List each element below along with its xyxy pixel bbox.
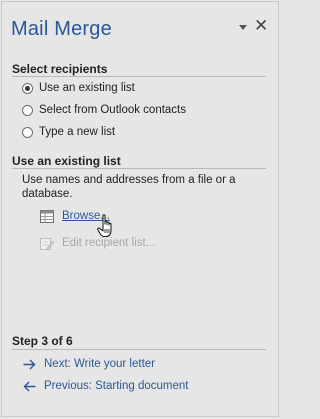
table-icon: [40, 209, 54, 223]
divider: [12, 76, 266, 77]
next-step-link[interactable]: Next: Write your letter: [23, 356, 155, 372]
radio-button[interactable]: [22, 104, 33, 116]
radio-button-selected[interactable]: [22, 82, 33, 94]
pane-title: Mail Merge: [11, 18, 112, 40]
radio-label: Type a new list: [39, 126, 116, 138]
edit-recipient-list-link: Edit recipient list...: [40, 235, 155, 251]
radio-button[interactable]: [22, 126, 33, 138]
edit-list-icon: [40, 237, 54, 250]
next-step-label[interactable]: Next: Write your letter: [44, 358, 155, 370]
step-indicator: Step 3 of 6: [12, 334, 73, 348]
previous-step-label[interactable]: Previous: Starting document: [44, 380, 188, 392]
radio-label: Use an existing list: [39, 82, 135, 94]
existing-list-description: Use names and addresses from a file or a…: [22, 174, 236, 200]
task-pane-options-icon[interactable]: [239, 25, 247, 30]
radio-select-outlook-contacts[interactable]: Select from Outlook contacts: [22, 102, 186, 118]
select-recipients-heading: Select recipients: [12, 62, 108, 76]
close-icon[interactable]: ✕: [254, 17, 268, 34]
radio-type-new-list[interactable]: Type a new list: [22, 124, 115, 140]
existing-list-heading: Use an existing list: [12, 154, 121, 168]
divider: [12, 168, 266, 169]
radio-use-existing-list[interactable]: Use an existing list: [22, 80, 135, 96]
divider: [12, 349, 266, 350]
arrow-right-icon: [23, 359, 36, 369]
radio-label: Select from Outlook contacts: [39, 104, 187, 116]
edit-recipient-list-label: Edit recipient list...: [62, 237, 156, 249]
arrow-left-icon: [23, 381, 36, 391]
previous-step-link[interactable]: Previous: Starting document: [23, 378, 188, 394]
